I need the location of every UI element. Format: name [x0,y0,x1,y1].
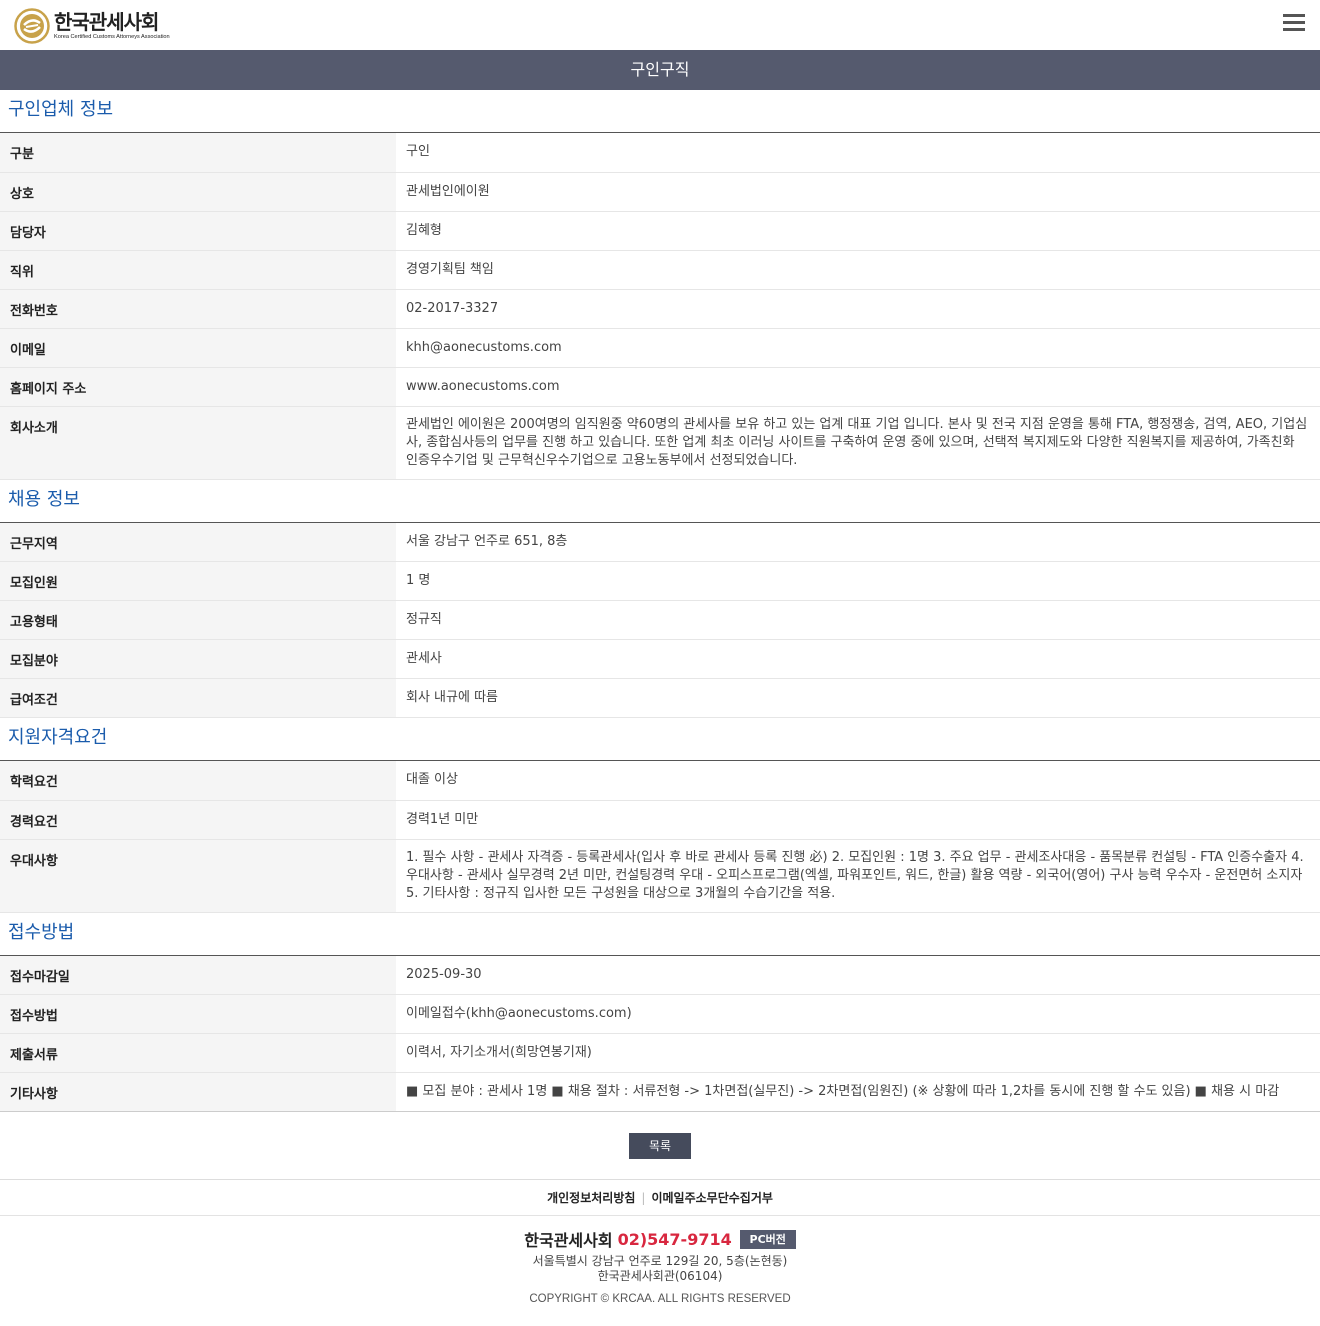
table-row: 접수마감일 2025-09-30 [0,955,1320,995]
privacy-policy-link[interactable]: 개인정보처리방침 [547,1189,635,1206]
row-value: 정규직 [396,600,1320,640]
row-label: 모집분야 [0,639,396,679]
row-value: www.aonecustoms.com [396,367,1320,407]
table-row: 담당자 김혜형 [0,211,1320,251]
row-label: 모집인원 [0,561,396,601]
row-value: khh@aonecustoms.com [396,328,1320,368]
table-row: 제출서류 이력서, 자기소개서(희망연봉기재) [0,1033,1320,1073]
pc-version-button[interactable]: PC버전 [739,1229,796,1249]
row-label: 기타사항 [0,1072,396,1112]
footer-links: 개인정보처리방침 | 이메일주소무단수집거부 [0,1180,1320,1216]
row-value: 구인 [396,133,1320,173]
footer-org-name: 한국관세사회 [524,1231,613,1250]
row-label: 우대사항 [0,839,396,913]
row-value: 이메일접수(khh@aonecustoms.com) [396,994,1320,1034]
section-title-recruit: 채용 정보 [0,480,1320,523]
table-row: 고용형태 정규직 [0,600,1320,640]
row-label: 근무지역 [0,522,396,562]
table-row: 학력요건 대졸 이상 [0,761,1320,801]
footer-phone[interactable]: 02)547-9714 [618,1230,732,1249]
row-value: 이력서, 자기소개서(희망연봉기재) [396,1033,1320,1073]
site-logo[interactable]: 한국관세사회 Korea Certified Customs Attorneys… [14,8,170,44]
row-value: ■ 모집 분야 : 관세사 1명 ■ 채용 절차 : 서류전형 -> 1차면접(… [396,1072,1320,1112]
section-title-apply: 접수방법 [0,913,1320,956]
row-value: 1 명 [396,561,1320,601]
footer-contact: 한국관세사회 02)547-9714 PC버전 [0,1227,1320,1251]
table-row: 전화번호 02-2017-3327 [0,289,1320,329]
footer-address: 서울특별시 강남구 언주로 129길 20, 5층(논현동) 한국관세사회관(0… [0,1254,1320,1284]
table-row: 상호 관세법인에이원 [0,172,1320,212]
site-header: 한국관세사회 Korea Certified Customs Attorneys… [0,0,1320,50]
table-row: 모집분야 관세사 [0,639,1320,679]
list-button-area: 목록 [0,1112,1320,1180]
footer-info: 한국관세사회 02)547-9714 PC버전 서울특별시 강남구 언주로 12… [0,1216,1320,1305]
table-row: 회사소개 관세법인 에이원은 200여명의 임직원중 약60명의 관세사를 보유… [0,406,1320,480]
footer-copyright: COPYRIGHT © KRCAA. ALL RIGHTS RESERVED [529,1293,791,1305]
qualification-info-table: 학력요건 대졸 이상 경력요건 경력1년 미만 우대사항 1. 필수 사항 - … [0,761,1320,913]
row-value: 경영기획팀 책임 [396,250,1320,290]
table-row: 홈페이지 주소 www.aonecustoms.com [0,367,1320,407]
link-divider: | [641,1190,646,1205]
recruit-info-table: 근무지역 서울 강남구 언주로 651, 8층 모집인원 1 명 고용형태 정규… [0,522,1320,718]
row-label: 고용형태 [0,600,396,640]
row-value: 관세법인에이원 [396,172,1320,212]
section-title-company: 구인업체 정보 [0,90,1320,133]
row-label: 이메일 [0,328,396,368]
table-row: 근무지역 서울 강남구 언주로 651, 8층 [0,522,1320,562]
footer-address-line2: 한국관세사회관(06104) [597,1269,723,1283]
row-label: 학력요건 [0,761,396,801]
section-title-qualification: 지원자격요건 [0,718,1320,761]
hamburger-menu-icon[interactable] [1283,14,1305,32]
table-row: 우대사항 1. 필수 사항 - 관세사 자격증 - 등록관세사(입사 후 바로 … [0,839,1320,913]
table-row: 경력요건 경력1년 미만 [0,800,1320,840]
logo-korean: 한국관세사회 [54,10,159,34]
row-value: 02-2017-3327 [396,289,1320,329]
row-label: 직위 [0,250,396,290]
row-value: 관세법인 에이원은 200여명의 임직원중 약60명의 관세사를 보유 하고 있… [396,406,1320,480]
page-title: 구인구직 [0,50,1320,90]
row-label: 접수방법 [0,994,396,1034]
table-row: 기타사항 ■ 모집 분야 : 관세사 1명 ■ 채용 절차 : 서류전형 -> … [0,1072,1320,1112]
apply-info-table: 접수마감일 2025-09-30 접수방법 이메일접수(khh@aonecust… [0,955,1320,1112]
table-row: 급여조건 회사 내규에 따름 [0,678,1320,718]
row-value: 관세사 [396,639,1320,679]
row-label: 전화번호 [0,289,396,329]
row-value: 1. 필수 사항 - 관세사 자격증 - 등록관세사(입사 후 바로 관세사 등… [396,839,1320,913]
row-value: 대졸 이상 [396,761,1320,801]
row-label: 홈페이지 주소 [0,367,396,407]
row-label: 경력요건 [0,800,396,840]
logo-text: 한국관세사회 Korea Certified Customs Attorneys… [54,11,170,41]
row-label: 급여조건 [0,678,396,718]
table-row: 접수방법 이메일접수(khh@aonecustoms.com) [0,994,1320,1034]
row-label: 제출서류 [0,1033,396,1073]
row-value: 2025-09-30 [396,955,1320,995]
row-label: 상호 [0,172,396,212]
row-value: 경력1년 미만 [396,800,1320,840]
row-label: 담당자 [0,211,396,251]
row-label: 회사소개 [0,406,396,480]
company-info-table: 구분 구인 상호 관세법인에이원 담당자 김혜형 직위 경영기획팀 책임 전화번… [0,133,1320,480]
row-value: 서울 강남구 언주로 651, 8층 [396,522,1320,562]
table-row: 직위 경영기획팀 책임 [0,250,1320,290]
logo-english: Korea Certified Customs Attorneys Associ… [54,34,170,40]
table-row: 구분 구인 [0,133,1320,173]
krcaa-emblem-icon [14,8,50,44]
list-button[interactable]: 목록 [629,1132,691,1159]
row-label: 구분 [0,133,396,173]
table-row: 모집인원 1 명 [0,561,1320,601]
row-value: 회사 내규에 따름 [396,678,1320,718]
table-row: 이메일 khh@aonecustoms.com [0,328,1320,368]
email-refusal-link[interactable]: 이메일주소무단수집거부 [651,1189,772,1206]
row-label: 접수마감일 [0,955,396,995]
footer-address-line1: 서울특별시 강남구 언주로 129길 20, 5층(논현동) [532,1254,788,1268]
row-value: 김혜형 [396,211,1320,251]
